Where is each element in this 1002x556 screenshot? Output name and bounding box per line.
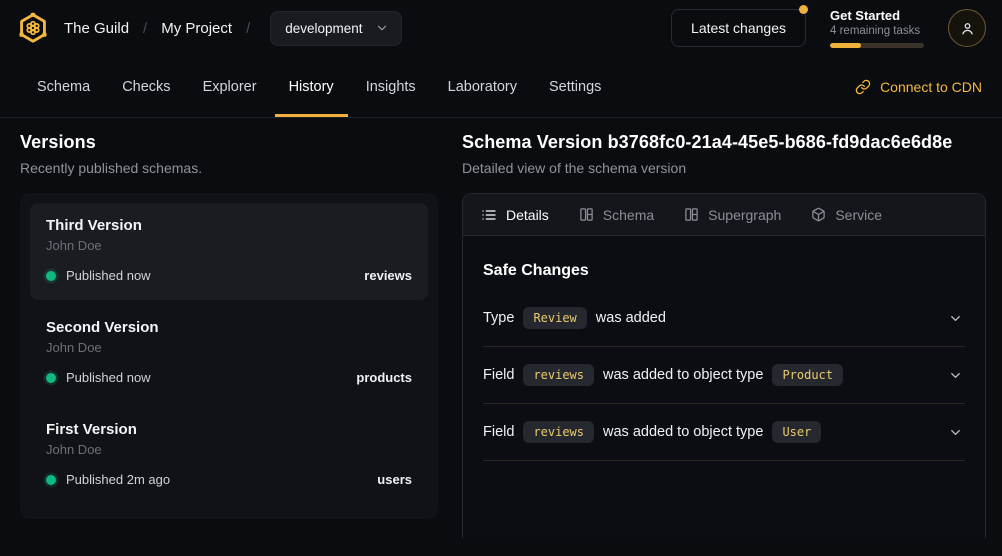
columns-icon [579,207,594,222]
change-description: was added to object type [603,367,763,383]
hive-logo-icon[interactable] [16,11,50,45]
detail-tab-label: Service [835,207,882,223]
version-author: John Doe [46,238,412,253]
detail-tab-supergraph[interactable]: Supergraph [684,207,781,223]
tab-explorer[interactable]: Explorer [189,56,271,117]
change-prefix: Field [483,367,514,383]
app-root: The Guild / My Project / development Lat… [0,0,1002,538]
version-name: First Version [46,421,412,438]
primary-nav: Schema Checks Explorer History Insights … [0,56,1002,118]
change-row-type-review[interactable]: Type Review was added [483,290,965,347]
change-prefix: Type [483,310,514,326]
detail-tab-details[interactable]: Details [481,207,549,223]
tab-insights[interactable]: Insights [352,56,430,117]
versions-list: Third Version John Doe Published now rev… [20,193,438,519]
target-select-value: development [285,21,362,36]
change-description: was added [596,310,666,326]
published-status-dot [46,373,56,383]
target-select[interactable]: development [270,11,401,46]
safe-changes-title: Safe Changes [483,262,965,280]
breadcrumb-project[interactable]: My Project [161,20,232,37]
version-name: Second Version [46,319,412,336]
version-name: Third Version [46,217,412,234]
detail-tab-label: Details [506,207,549,223]
detail-tab-service[interactable]: Service [811,207,882,223]
version-status: Published 2m ago [66,472,170,487]
change-badge: Product [772,364,843,386]
link-icon [855,79,871,95]
latest-changes-button[interactable]: Latest changes [671,9,806,47]
expand-chevron-icon[interactable] [946,423,965,442]
expand-chevron-icon[interactable] [946,366,965,385]
cube-icon [811,207,826,222]
change-row-field-product[interactable]: Field reviews was added to object type P… [483,347,965,404]
breadcrumb-separator: / [143,20,147,37]
get-started-title: Get Started [830,8,924,23]
top-bar: The Guild / My Project / development Lat… [0,0,1002,56]
get-started-widget[interactable]: Get Started 4 remaining tasks [830,8,924,48]
tab-schema[interactable]: Schema [23,56,104,117]
versions-title: Versions [20,132,438,153]
change-description: was added to object type [603,424,763,440]
detail-tab-label: Schema [603,207,654,223]
top-bar-actions: Latest changes Get Started 4 remaining t… [671,8,986,48]
get-started-progress-bar [830,43,924,48]
tab-history[interactable]: History [275,56,348,117]
tab-checks[interactable]: Checks [108,56,184,117]
chevron-down-icon [375,21,389,35]
get-started-progress-fill [830,43,861,48]
detail-tabs: Details Schema [463,194,985,236]
nav-tabs: Schema Checks Explorer History Insights … [21,56,617,117]
schema-version-subtitle: Detailed view of the schema version [462,160,986,176]
schema-version-card: Details Schema [462,193,986,538]
change-prefix: Field [483,424,514,440]
change-badge: Review [523,307,586,329]
breadcrumb-org[interactable]: The Guild [64,20,129,37]
version-author: John Doe [46,340,412,355]
version-author: John Doe [46,442,412,457]
tab-laboratory[interactable]: Laboratory [434,56,531,117]
connect-cdn-link[interactable]: Connect to CDN [855,79,982,95]
tab-settings[interactable]: Settings [535,56,615,117]
change-badge: reviews [523,364,594,386]
change-badge: User [772,421,821,443]
version-service-name: products [356,370,412,385]
detail-tab-schema[interactable]: Schema [579,207,654,223]
breadcrumb: The Guild / My Project / development [16,11,402,46]
versions-subtitle: Recently published schemas. [20,160,438,176]
schema-version-panel: Schema Version b3768fc0-21a4-45e5-b686-f… [462,118,1002,538]
version-service-name: users [377,472,412,487]
version-status: Published now [66,268,151,283]
latest-changes-wrap: Latest changes [671,9,806,47]
schema-version-title: Schema Version b3768fc0-21a4-45e5-b686-f… [462,132,986,153]
change-row-field-user[interactable]: Field reviews was added to object type U… [483,404,965,461]
versions-panel: Versions Recently published schemas. Thi… [0,118,462,538]
expand-chevron-icon[interactable] [946,309,965,328]
detail-tab-label: Supergraph [708,207,781,223]
get-started-subtitle: 4 remaining tasks [830,25,924,37]
published-status-dot [46,271,56,281]
connect-cdn-label: Connect to CDN [880,79,982,95]
user-avatar-button[interactable] [948,9,986,47]
published-status-dot [46,475,56,485]
user-icon [959,20,976,37]
version-list-item-second[interactable]: Second Version John Doe Published now pr… [30,305,428,402]
version-status: Published now [66,370,151,385]
version-list-item-third[interactable]: Third Version John Doe Published now rev… [30,203,428,300]
list-icon [481,207,497,223]
version-service-name: reviews [364,268,412,283]
main-content: Versions Recently published schemas. Thi… [0,118,1002,538]
columns-icon [684,207,699,222]
safe-changes-section: Safe Changes Type Review was added Field… [463,236,985,461]
notification-dot [799,5,808,14]
change-badge: reviews [523,421,594,443]
breadcrumb-separator: / [246,20,250,37]
version-list-item-first[interactable]: First Version John Doe Published 2m ago … [30,407,428,504]
